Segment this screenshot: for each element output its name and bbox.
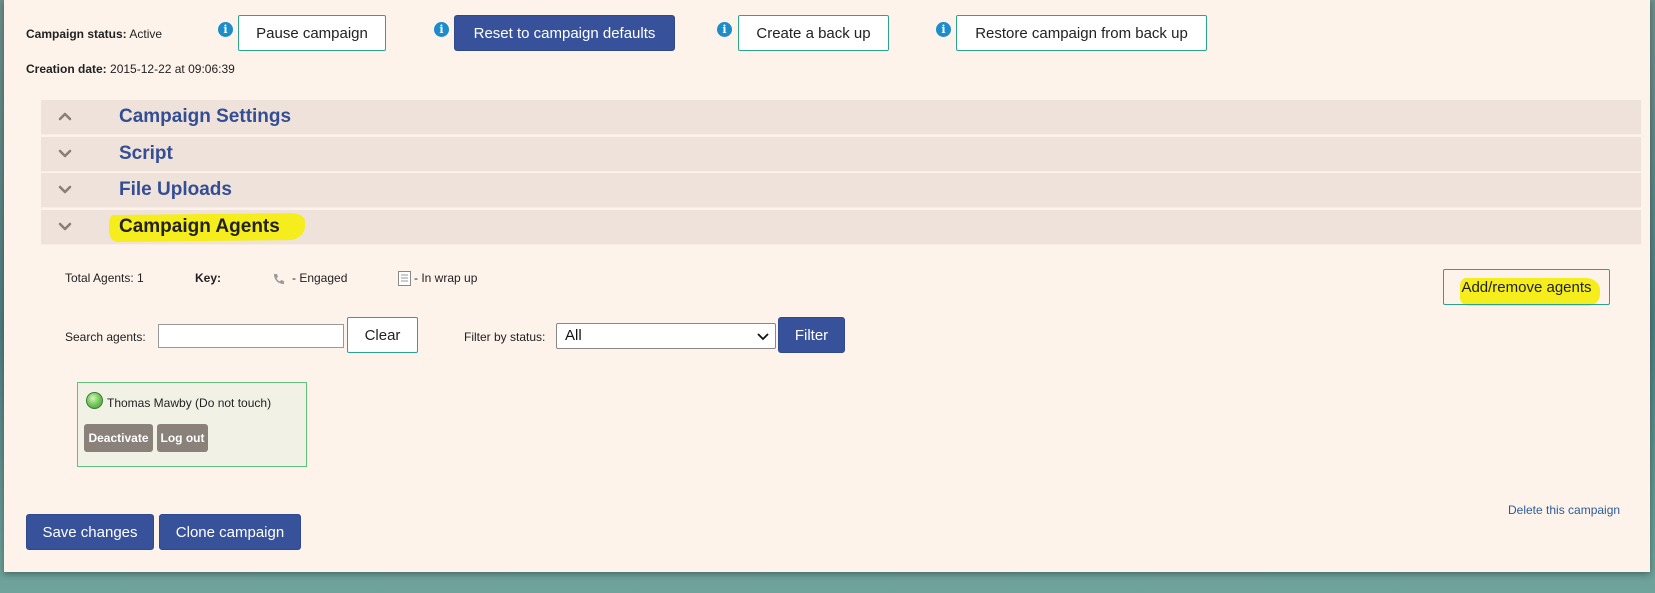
- status-filter-select[interactable]: All: [556, 323, 776, 349]
- status-filter-value: All: [565, 327, 582, 344]
- filter-status-label: Filter by status:: [464, 330, 546, 344]
- info-icon[interactable]: i: [434, 22, 449, 37]
- info-icon[interactable]: i: [218, 22, 233, 37]
- pause-campaign-button[interactable]: Pause campaign: [238, 15, 386, 51]
- agent-name: Thomas Mawby (Do not touch): [107, 396, 272, 410]
- document-icon: [398, 271, 411, 286]
- chevron-up-icon: [58, 112, 72, 121]
- search-agents-label: Search agents:: [65, 330, 146, 344]
- delete-campaign-link[interactable]: Delete this campaign: [1508, 503, 1620, 517]
- chevron-down-icon: [58, 222, 72, 231]
- agent-card: Thomas Mawby (Do not touch) Deactivate L…: [77, 382, 307, 467]
- accordion-campaign-settings[interactable]: Campaign Settings: [41, 100, 1641, 135]
- clear-button[interactable]: Clear: [347, 317, 418, 353]
- campaign-status-value: Active: [129, 27, 163, 41]
- creation-date-label: Creation date:: [26, 62, 107, 76]
- save-changes-button[interactable]: Save changes: [26, 514, 154, 550]
- add-remove-agents-button[interactable]: Add/remove agents: [1443, 269, 1610, 305]
- accordion-title: File Uploads: [119, 179, 232, 200]
- restore-backup-button[interactable]: Restore campaign from back up: [956, 15, 1207, 51]
- accordion-campaign-agents[interactable]: Campaign Agents: [41, 210, 1641, 245]
- deactivate-button[interactable]: Deactivate: [84, 424, 153, 452]
- filter-button[interactable]: Filter: [778, 317, 845, 353]
- accordion-title: Campaign Agents: [119, 216, 280, 237]
- info-icon[interactable]: i: [936, 22, 951, 37]
- wrapup-label: - In wrap up: [414, 271, 478, 285]
- accordion-title: Script: [119, 143, 173, 164]
- chevron-down-icon: [757, 333, 769, 341]
- search-agents-input[interactable]: [158, 324, 344, 348]
- reset-defaults-button[interactable]: Reset to campaign defaults: [454, 15, 675, 51]
- online-status-icon: [86, 392, 103, 409]
- campaign-status-label: Campaign status:: [26, 27, 127, 41]
- engaged-label: - Engaged: [292, 271, 348, 285]
- accordion-file-uploads[interactable]: File Uploads: [41, 173, 1641, 208]
- total-agents: Total Agents: 1: [65, 271, 144, 285]
- chevron-down-icon: [58, 185, 72, 194]
- campaign-panel: Campaign status: Active Creation date: 2…: [4, 0, 1650, 572]
- key-label: Key:: [195, 271, 222, 285]
- clone-campaign-button[interactable]: Clone campaign: [159, 514, 301, 550]
- accordion-title: Campaign Settings: [119, 106, 292, 127]
- campaign-status: Campaign status: Active: [26, 27, 162, 41]
- accordion-script[interactable]: Script: [41, 137, 1641, 172]
- info-icon[interactable]: i: [717, 22, 732, 37]
- creation-date-value: 2015-12-22 at 09:06:39: [110, 62, 235, 76]
- logout-button[interactable]: Log out: [157, 424, 208, 452]
- creation-date: Creation date: 2015-12-22 at 09:06:39: [26, 62, 235, 76]
- create-backup-button[interactable]: Create a back up: [738, 15, 889, 51]
- chevron-down-icon: [58, 149, 72, 158]
- phone-icon: [274, 274, 284, 284]
